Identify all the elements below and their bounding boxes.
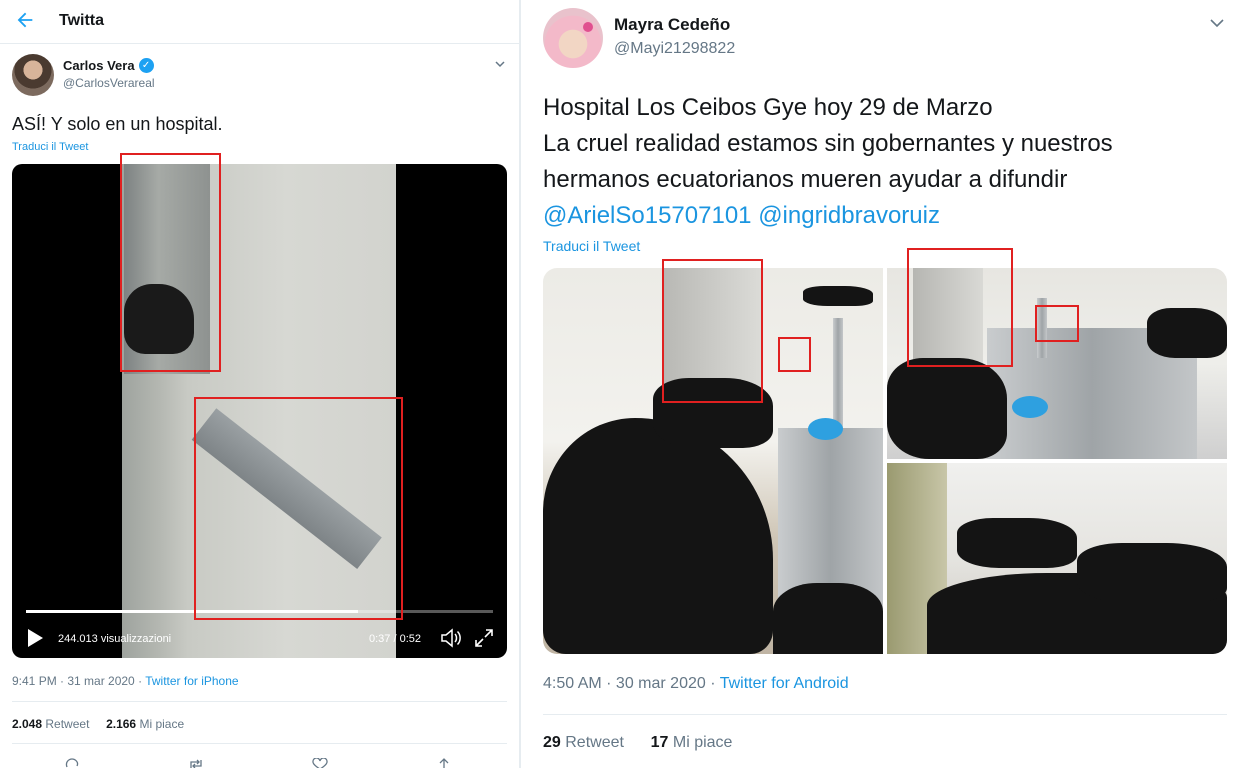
tweet-mentions: @ArielSo15707101 @ingridbravoruiz (543, 198, 1113, 234)
author-name[interactable]: Mayra Cedeño (614, 15, 730, 35)
avatar[interactable] (543, 8, 603, 68)
highlight-box (1035, 305, 1079, 342)
photo-3[interactable] (887, 463, 1227, 654)
tweet-meta: 9:41 PM · 31 mar 2020 · Twitter for iPho… (12, 674, 239, 688)
faucet (833, 318, 843, 428)
top-bar: Twitta (0, 0, 519, 44)
tweet-text: Hospital Los Ceibos Gye hoy 29 de Marzo … (543, 90, 1113, 234)
tweet-source[interactable]: Twitter for iPhone (145, 674, 238, 688)
tweet-stats: 2.048 Retweet 2.166 Mi piace (12, 717, 184, 731)
glove (808, 418, 843, 440)
divider (12, 701, 507, 702)
back-arrow-icon[interactable] (14, 9, 36, 31)
like-label[interactable]: Mi piace (139, 717, 184, 731)
play-icon[interactable] (26, 628, 44, 648)
video-time: 0:37 / 0:52 (369, 633, 421, 645)
avatar[interactable] (12, 54, 54, 96)
tweet-text-line: La cruel realidad estamos sin gobernante… (543, 130, 1113, 157)
retweet-label[interactable]: Retweet (565, 734, 624, 751)
author-handle[interactable]: @CarlosVerareal (63, 76, 155, 90)
view-count: 244.013 visualizzazioni (58, 633, 172, 645)
flower-icon (583, 22, 593, 32)
verified-badge-icon: ✓ (138, 58, 154, 73)
glove (1012, 396, 1048, 418)
chevron-down-icon[interactable] (1209, 15, 1225, 31)
body-bag (1147, 308, 1227, 358)
like-label[interactable]: Mi piace (673, 734, 733, 751)
retweet-icon[interactable] (188, 758, 204, 768)
retweet-count[interactable]: 29 (543, 734, 561, 751)
left-tweet-panel: Twitta Carlos Vera ✓ @CarlosVerareal ASÍ… (0, 0, 519, 768)
body-bag (773, 583, 883, 654)
body-bag (887, 358, 1007, 459)
like-count[interactable]: 17 (651, 734, 669, 751)
tweet-text-line: hermanos ecuatorianos mueren ayudar a di… (543, 166, 1068, 193)
chevron-down-icon[interactable] (494, 58, 506, 70)
volume-icon[interactable] (440, 628, 462, 648)
tweet-meta: 4:50 AM · 30 mar 2020 · Twitter for Andr… (543, 675, 849, 693)
body-bag (803, 286, 873, 306)
highlight-box (120, 153, 221, 372)
author-name-text[interactable]: Carlos Vera (63, 58, 135, 73)
mention-link[interactable]: @ArielSo15707101 (543, 202, 752, 229)
share-icon[interactable] (436, 758, 452, 768)
tweet-source[interactable]: Twitter for Android (720, 675, 849, 692)
fullscreen-icon[interactable] (474, 628, 494, 648)
author-name[interactable]: Carlos Vera ✓ (63, 58, 154, 73)
tweet-timestamp[interactable]: 9:41 PM · 31 mar 2020 · (12, 674, 145, 688)
photo-grid (543, 268, 1227, 654)
highlight-box (778, 337, 811, 372)
highlight-box (907, 248, 1013, 367)
body-bag (957, 518, 1077, 568)
body-bag (1077, 543, 1227, 603)
like-icon[interactable] (312, 758, 328, 768)
retweet-label[interactable]: Retweet (45, 717, 89, 731)
retweet-count[interactable]: 2.048 (12, 717, 42, 731)
translate-link[interactable]: Traduci il Tweet (543, 238, 640, 254)
tweet-text-line: Hospital Los Ceibos Gye hoy 29 de Marzo (543, 94, 993, 121)
reply-icon[interactable] (64, 758, 80, 768)
like-count[interactable]: 2.166 (106, 717, 136, 731)
translate-link[interactable]: Traduci il Tweet (12, 141, 88, 153)
divider (12, 743, 507, 744)
divider (543, 714, 1227, 715)
page-title: Twitta (59, 12, 105, 29)
author-handle[interactable]: @Mayi21298822 (614, 40, 735, 58)
mention-link[interactable]: @ingridbravoruiz (758, 202, 940, 229)
tweet-text: ASÍ! Y solo en un hospital. (12, 114, 223, 134)
tweet-stats: 29 Retweet 17 Mi piace (543, 734, 732, 752)
body-bag (543, 418, 773, 654)
highlight-box (662, 259, 763, 403)
right-tweet-panel: Mayra Cedeño @Mayi21298822 Hospital Los … (521, 0, 1242, 768)
tweet-timestamp[interactable]: 4:50 AM · 30 mar 2020 · (543, 675, 720, 692)
highlight-box (194, 397, 403, 620)
